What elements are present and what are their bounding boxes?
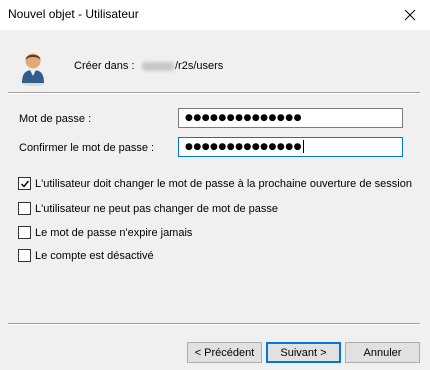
title-bar: Nouvel objet - Utilisateur (0, 0, 430, 30)
must-change-password-label: L'utilisateur doit changer le mot de pas… (35, 177, 412, 190)
close-icon (404, 9, 416, 21)
password-value: ●●●●●●●●●●●●●● (185, 113, 302, 123)
cancel-button[interactable]: Annuler (345, 342, 420, 363)
cannot-change-password-label: L'utilisateur ne peut pas changer de mot… (35, 202, 279, 215)
account-disabled-label: Le compte est désactivé (35, 249, 154, 262)
must-change-password-checkbox[interactable] (18, 177, 31, 190)
create-in-label: Créer dans : (74, 60, 135, 72)
window-title: Nouvel objet - Utilisateur (8, 7, 139, 21)
cannot-change-password-checkbox[interactable] (18, 202, 31, 215)
password-never-expires-label: Le mot de passe n'expire jamais (35, 226, 193, 239)
text-caret (302, 140, 304, 153)
password-never-expires-option[interactable]: Le mot de passe n'expire jamais (18, 226, 192, 239)
password-field[interactable]: ●●●●●●●●●●●●●● (178, 108, 403, 128)
create-in-path: /r2s/users (142, 60, 223, 72)
checkmark-icon (20, 180, 29, 188)
separator-top (8, 92, 420, 94)
next-button[interactable]: Suivant > (266, 342, 341, 363)
cannot-change-password-option[interactable]: L'utilisateur ne peut pas changer de mot… (18, 202, 278, 215)
password-label: Mot de passe : (19, 113, 92, 125)
dialog-header: Créer dans : /r2s/users (0, 30, 430, 90)
account-disabled-checkbox[interactable] (18, 249, 31, 262)
password-never-expires-checkbox[interactable] (18, 226, 31, 239)
must-change-password-option[interactable]: L'utilisateur doit changer le mot de pas… (18, 177, 412, 190)
confirm-password-value: ●●●●●●●●●●●●●● (185, 142, 302, 152)
separator-bottom (8, 323, 420, 325)
close-button[interactable] (390, 0, 430, 30)
user-icon (22, 53, 44, 86)
confirm-password-label: Confirmer le mot de passe : (19, 142, 155, 154)
back-button[interactable]: < Précédent (187, 342, 262, 363)
create-in-path-text: /r2s/users (175, 60, 224, 72)
redacted-domain (142, 61, 174, 71)
confirm-password-field[interactable]: ●●●●●●●●●●●●●● (178, 137, 403, 157)
account-disabled-option[interactable]: Le compte est désactivé (18, 249, 154, 262)
